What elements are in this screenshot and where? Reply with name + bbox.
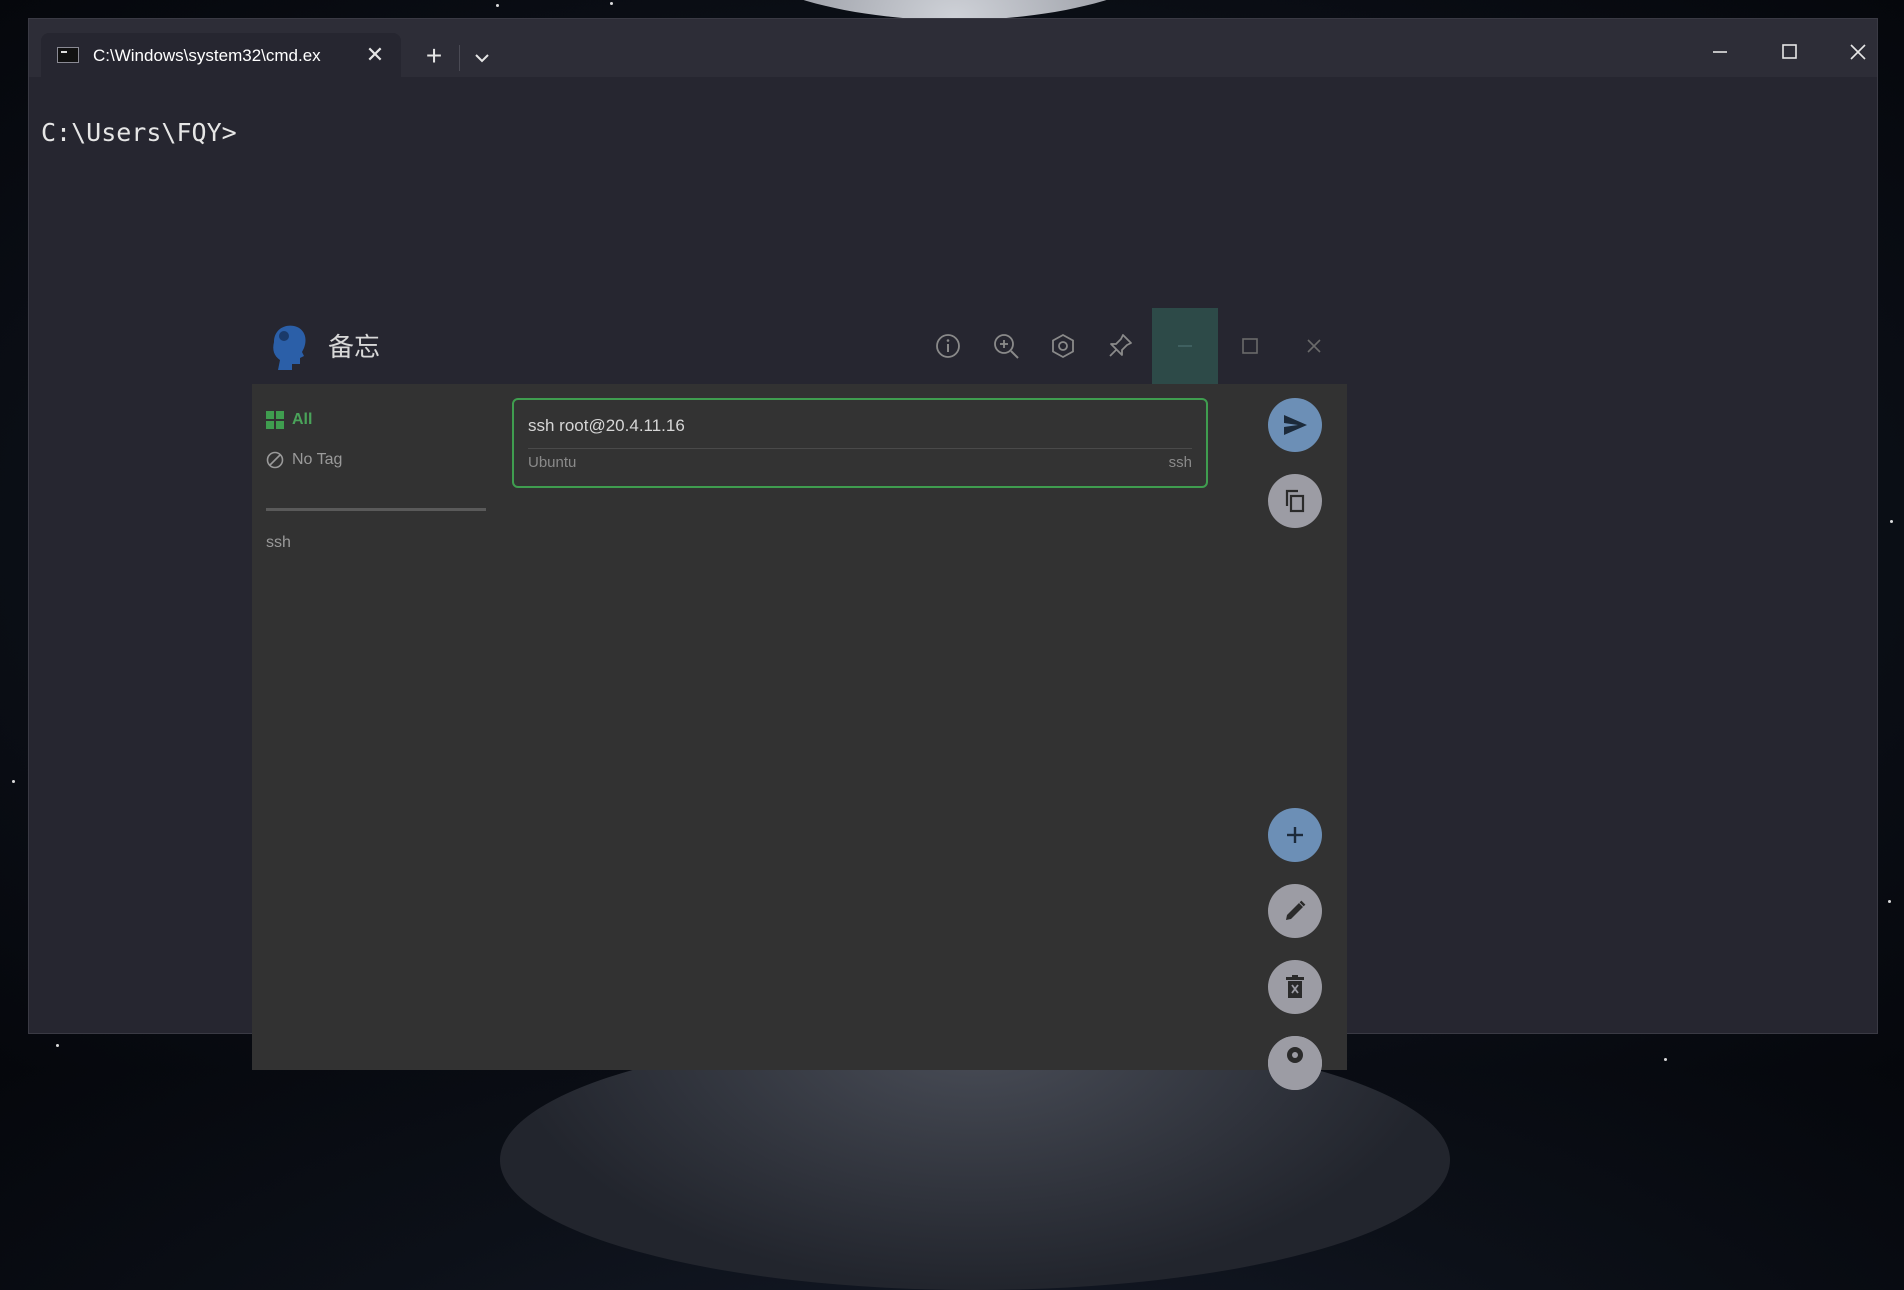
star xyxy=(12,780,15,783)
star xyxy=(610,2,613,5)
sidebar-item-ssh[interactable]: ssh xyxy=(266,534,291,552)
note-content: ssh root@20.4.11.16 xyxy=(528,416,685,435)
add-icon xyxy=(1287,827,1303,843)
star xyxy=(1890,520,1893,523)
window-minimize-icon[interactable] xyxy=(1705,37,1735,67)
zoom-in-icon[interactable] xyxy=(992,332,1020,360)
copy-icon xyxy=(1285,489,1305,513)
delete-icon xyxy=(1286,975,1304,998)
add-note-button[interactable] xyxy=(1268,808,1322,862)
terminal-tab[interactable]: C:\Windows\system32\cmd.ex ✕ xyxy=(41,33,401,77)
star xyxy=(1664,1058,1667,1061)
command-prompt: C:\Users\FQY> xyxy=(41,118,237,147)
memo-app-title: 备忘 xyxy=(328,332,381,362)
copy-button[interactable] xyxy=(1268,474,1322,528)
edit-button[interactable] xyxy=(1268,884,1322,938)
no-tag-icon xyxy=(266,451,284,469)
settings-hex-icon[interactable] xyxy=(1049,332,1077,360)
chevron-down-icon[interactable] xyxy=(467,43,497,73)
sidebar-item-no-tag[interactable]: No Tag xyxy=(266,448,342,472)
sidebar-item-label: All xyxy=(292,411,313,428)
sidebar-item-label: No Tag xyxy=(292,451,343,468)
tab-close-icon[interactable]: ✕ xyxy=(363,43,387,67)
edit-icon xyxy=(1286,900,1306,920)
note-tag: ssh xyxy=(1168,454,1192,471)
star xyxy=(496,4,499,7)
memo-body: All No Tag ssh ssh root@20.4.11.16 Ubunt… xyxy=(252,384,1347,1090)
note-subtitle: Ubuntu xyxy=(528,454,577,471)
grid-icon xyxy=(266,411,284,429)
memo-minimize-button[interactable] xyxy=(1152,308,1218,384)
window-close-icon[interactable] xyxy=(1843,37,1873,67)
settings-button[interactable] xyxy=(1268,1036,1322,1090)
note-divider xyxy=(528,448,1192,449)
window-maximize-icon[interactable] xyxy=(1774,37,1804,67)
moon-top xyxy=(720,0,1190,20)
tab-title: C:\Windows\system32\cmd.ex xyxy=(93,46,321,65)
send-button[interactable] xyxy=(1268,398,1322,452)
memo-logo-icon xyxy=(266,322,308,370)
cmd-icon xyxy=(57,47,79,63)
star xyxy=(1888,900,1891,903)
tab-separator xyxy=(459,45,460,71)
send-icon xyxy=(1284,415,1307,435)
delete-button[interactable] xyxy=(1268,960,1322,1014)
minimize-icon xyxy=(1178,345,1192,347)
close-icon[interactable] xyxy=(1300,332,1328,360)
terminal-titlebar: C:\Windows\system32\cmd.ex ✕ + xyxy=(29,19,1877,77)
pin-icon[interactable] xyxy=(1106,332,1134,360)
note-card[interactable]: ssh root@20.4.11.16 Ubuntu ssh xyxy=(512,398,1208,488)
info-icon[interactable] xyxy=(934,332,962,360)
gear-icon xyxy=(1287,1047,1303,1063)
sidebar-item-all[interactable]: All xyxy=(266,408,312,432)
star xyxy=(56,1044,59,1047)
maximize-icon[interactable] xyxy=(1236,332,1264,360)
sidebar-divider xyxy=(266,508,486,511)
new-tab-icon[interactable]: + xyxy=(419,41,449,71)
memo-titlebar: 备忘 xyxy=(252,308,1347,384)
